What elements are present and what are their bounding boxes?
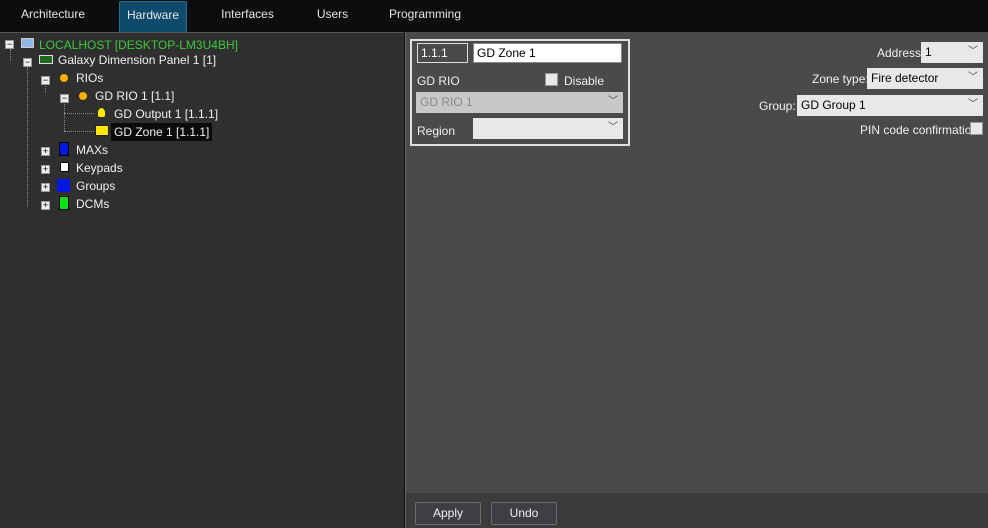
tree-node-dcms[interactable]: DCMs xyxy=(76,195,109,213)
tree-node-zone1-selected[interactable]: GD Zone 1 [1.1.1] xyxy=(111,123,213,141)
tree-node-output1[interactable]: GD Output 1 [1.1.1] xyxy=(114,105,218,123)
chevron-down-icon: ﹀ xyxy=(968,72,978,83)
bulb-icon xyxy=(98,108,105,117)
tree-node-groups[interactable]: Groups xyxy=(76,177,115,195)
address-label: Address: xyxy=(877,46,925,60)
zone-type-select[interactable]: Fire detector ﹀ xyxy=(867,68,983,89)
group-select[interactable]: GD Group 1 ﹀ xyxy=(797,95,983,116)
expand-icon[interactable]: + xyxy=(41,183,50,192)
collapse-icon[interactable]: − xyxy=(23,58,32,67)
expand-icon[interactable]: + xyxy=(41,165,50,174)
zone-type-label: Zone type: xyxy=(812,72,869,86)
keypad-icon xyxy=(60,162,69,172)
chevron-down-icon: ﹀ xyxy=(968,99,978,110)
group-select-value: GD Group 1 xyxy=(801,98,866,112)
chevron-down-icon: ﹀ xyxy=(608,96,618,107)
collapse-icon[interactable]: − xyxy=(5,40,14,49)
rio-icon xyxy=(79,92,87,100)
rio-select-value: GD RIO 1 xyxy=(420,95,473,109)
undo-button[interactable]: Undo xyxy=(491,502,557,525)
expand-icon[interactable]: + xyxy=(41,201,50,210)
tree-node-maxs[interactable]: MAXs xyxy=(76,141,108,159)
tree-node-rio1[interactable]: GD RIO 1 [1.1] xyxy=(95,87,174,105)
tab-interfaces[interactable]: Interfaces xyxy=(210,1,285,32)
pin-checkbox[interactable] xyxy=(970,122,983,135)
tab-programming[interactable]: Programming xyxy=(380,1,470,32)
panel-icon xyxy=(39,55,53,64)
region-label: Region xyxy=(417,124,456,138)
apply-button[interactable]: Apply xyxy=(415,502,481,525)
rio-select[interactable]: GD RIO 1 ﹀ xyxy=(416,92,623,113)
tree-node-keypads[interactable]: Keypads xyxy=(76,159,123,177)
tab-architecture[interactable]: Architecture xyxy=(8,1,98,32)
max-icon xyxy=(59,142,69,156)
zone-name-field[interactable]: GD Zone 1 xyxy=(473,43,622,63)
region-select[interactable]: ﹀ xyxy=(473,118,623,139)
tab-hardware[interactable]: Hardware xyxy=(119,1,187,32)
group-label: Group: xyxy=(759,99,796,113)
address-select[interactable]: 1 ﹀ xyxy=(921,42,983,63)
disable-label: Disable xyxy=(564,74,605,88)
rio-icon xyxy=(60,74,68,82)
zone-type-select-value: Fire detector xyxy=(871,71,939,85)
disable-checkbox[interactable] xyxy=(545,73,558,86)
collapse-icon[interactable]: − xyxy=(41,76,50,85)
dcm-icon xyxy=(59,196,69,210)
rio-label: GD RIO xyxy=(417,74,460,88)
tree-node-panel[interactable]: Galaxy Dimension Panel 1 [1] xyxy=(58,51,216,69)
collapse-icon[interactable]: − xyxy=(60,94,69,103)
computer-icon xyxy=(21,38,34,48)
tree-node-rios[interactable]: RIOs xyxy=(76,69,103,87)
zone-icon xyxy=(95,125,109,136)
chevron-down-icon: ﹀ xyxy=(968,46,978,57)
expand-icon[interactable]: + xyxy=(41,147,50,156)
address-select-value: 1 xyxy=(925,45,932,59)
pin-label: PIN code confirmation xyxy=(860,123,979,137)
tab-bar: Architecture Hardware Interfaces Users P… xyxy=(0,0,988,32)
chevron-down-icon: ﹀ xyxy=(608,122,618,133)
group-icon xyxy=(57,179,70,192)
hardware-tree: − LOCALHOST [DESKTOP-LM3U4BH] − Galaxy D… xyxy=(0,32,404,528)
tab-users[interactable]: Users xyxy=(305,1,360,32)
zone-id-field[interactable]: 1.1.1 xyxy=(417,43,468,63)
